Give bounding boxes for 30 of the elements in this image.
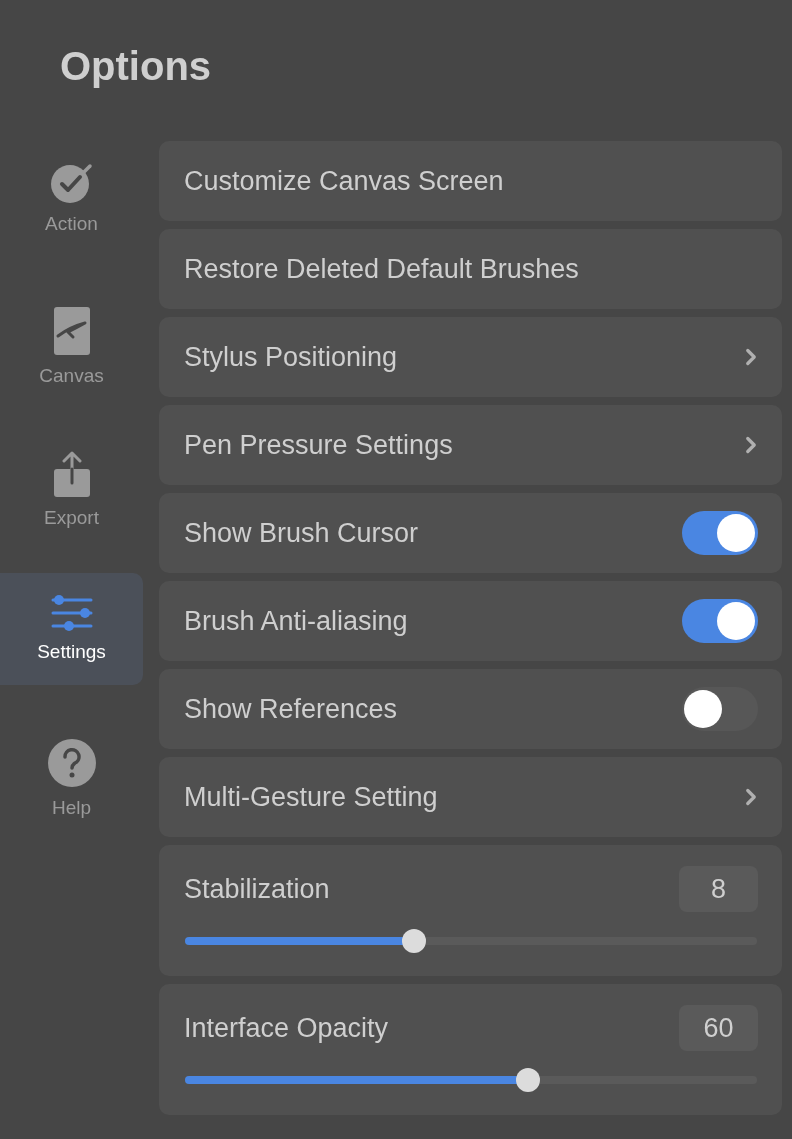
sidebar-tab[interactable]: Settings: [0, 573, 143, 685]
option-label: Show Brush Cursor: [184, 517, 419, 549]
option-label: Stabilization: [184, 873, 330, 905]
sliders-icon: [50, 595, 93, 631]
toggle-switch[interactable]: [682, 599, 758, 643]
value-field[interactable]: 60: [679, 1005, 758, 1051]
sidebar-tab[interactable]: Export: [0, 429, 143, 541]
help-icon: [47, 739, 96, 787]
submenu-row[interactable]: Pen Pressure Settings: [159, 405, 782, 485]
option-label: Interface Opacity: [184, 1012, 389, 1044]
option-label: Show References: [184, 693, 398, 725]
slider-thumb[interactable]: [516, 1068, 541, 1092]
sidebar-tab[interactable]: Canvas: [0, 285, 143, 397]
option-button[interactable]: Customize Canvas Screen: [159, 141, 782, 221]
slider[interactable]: [185, 929, 757, 953]
canvas-sheet-icon: [53, 307, 90, 355]
submenu-row[interactable]: Stylus Positioning: [159, 317, 782, 397]
option-label: Brush Anti-aliasing: [184, 605, 408, 637]
sidebar-tab[interactable]: Action: [0, 141, 143, 253]
slider[interactable]: [185, 1068, 757, 1092]
sidebar-tab[interactable]: Help: [0, 717, 143, 829]
toggle-switch[interactable]: [682, 687, 758, 731]
option-button[interactable]: Restore Deleted Default Brushes: [159, 229, 782, 309]
share-icon: [53, 451, 90, 497]
page-title: Options: [60, 44, 212, 88]
toggle-switch[interactable]: [682, 511, 758, 555]
submenu-row[interactable]: Multi-Gesture Setting: [159, 757, 782, 837]
value-field[interactable]: 8: [679, 866, 758, 912]
check-circle-icon: [50, 163, 93, 203]
slider-thumb[interactable]: [401, 929, 426, 953]
